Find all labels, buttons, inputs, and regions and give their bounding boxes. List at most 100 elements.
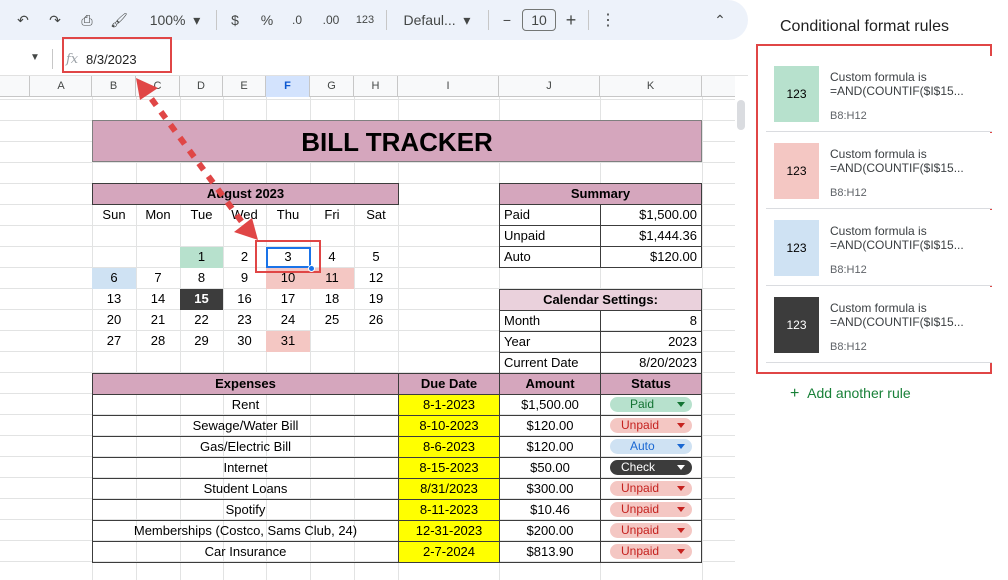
weekday-sat: Sat bbox=[366, 207, 386, 222]
status-chip[interactable]: Auto bbox=[610, 439, 692, 454]
column-header-g[interactable]: G bbox=[310, 76, 354, 97]
status-chip[interactable]: Unpaid bbox=[610, 502, 692, 517]
calendar-day[interactable]: 21 bbox=[136, 310, 180, 331]
column-header-h[interactable]: H bbox=[354, 76, 398, 97]
column-header-i[interactable]: I bbox=[398, 76, 499, 97]
plus-icon: + bbox=[790, 385, 800, 402]
undo-icon[interactable]: ↶ bbox=[10, 8, 36, 32]
font-size-increase-icon[interactable]: + bbox=[562, 8, 580, 32]
status-chip[interactable]: Paid bbox=[610, 397, 692, 412]
status-chip-label: Check bbox=[621, 460, 656, 474]
add-rule-button[interactable]: + Add another rule bbox=[790, 385, 911, 403]
calendar-day[interactable]: 6 bbox=[92, 268, 136, 289]
expense-name: Car Insurance bbox=[92, 541, 399, 563]
status-chip[interactable]: Unpaid bbox=[610, 544, 692, 559]
more-icon[interactable]: ⋮ bbox=[598, 8, 618, 32]
chevron-down-icon bbox=[677, 465, 685, 470]
column-header-j[interactable]: J bbox=[499, 76, 600, 97]
collapse-chevron-icon[interactable]: ⌃ bbox=[710, 8, 730, 32]
status-chip[interactable]: Check bbox=[610, 460, 692, 475]
paint-format-icon[interactable]: 🖌 bbox=[106, 8, 132, 32]
rule-range: B8:H12 bbox=[830, 110, 867, 122]
settings-value: 8 bbox=[600, 310, 702, 332]
settings-value: 8/20/2023 bbox=[600, 352, 702, 374]
rule-range: B8:H12 bbox=[830, 264, 867, 276]
row-header-corner[interactable] bbox=[0, 76, 30, 97]
expense-name: Memberships (Costco, Sams Club, 24) bbox=[92, 520, 399, 542]
print-icon[interactable]: ⎙ bbox=[74, 8, 100, 32]
font-size-input[interactable]: 10 bbox=[522, 9, 556, 31]
currency-button[interactable]: $ bbox=[224, 8, 246, 32]
weekday-thu: Thu bbox=[276, 207, 300, 222]
calendar-day[interactable]: 23 bbox=[223, 310, 266, 331]
calendar-day[interactable]: 7 bbox=[136, 268, 180, 289]
selected-cell[interactable] bbox=[266, 247, 311, 268]
calendar-day[interactable]: 18 bbox=[310, 289, 354, 310]
settings-label: Year bbox=[499, 331, 601, 353]
calendar-day[interactable]: 20 bbox=[92, 310, 136, 331]
chevron-down-icon bbox=[677, 402, 685, 407]
calendar-day[interactable]: 1 bbox=[180, 247, 223, 268]
calendar-day[interactable]: 5 bbox=[354, 247, 398, 268]
status-chip[interactable]: Unpaid bbox=[610, 523, 692, 538]
column-header-k[interactable]: K bbox=[600, 76, 702, 97]
rule-formula: =AND(COUNTIF($I$15... bbox=[830, 238, 964, 252]
number-format-button[interactable]: 123 bbox=[352, 8, 378, 32]
calendar-day[interactable]: 30 bbox=[223, 331, 266, 352]
summary-value: $1,444.36 bbox=[600, 225, 702, 247]
settings-label: Current Date bbox=[499, 352, 601, 374]
calendar-day[interactable]: 16 bbox=[223, 289, 266, 310]
rule-formula: =AND(COUNTIF($I$15... bbox=[830, 84, 964, 98]
namebox-dropdown-icon[interactable]: ▼ bbox=[30, 52, 40, 63]
expense-amount: $120.00 bbox=[499, 415, 601, 437]
rule-swatch: 123 bbox=[774, 143, 819, 199]
format-rule[interactable]: 123 Custom formula is =AND(COUNTIF($I$15..… bbox=[766, 287, 992, 363]
column-header-a[interactable]: A bbox=[31, 76, 92, 97]
column-header-f[interactable]: F bbox=[266, 76, 310, 97]
calendar-day[interactable]: 13 bbox=[92, 289, 136, 310]
expense-due-date: 2-7-2024 bbox=[398, 541, 500, 563]
rule-formula: =AND(COUNTIF($I$15... bbox=[830, 161, 964, 175]
calendar-day[interactable]: 29 bbox=[180, 331, 223, 352]
calendar-day[interactable]: 28 bbox=[136, 331, 180, 352]
rule-condition: Custom formula is bbox=[830, 301, 927, 315]
expense-amount: $10.46 bbox=[499, 499, 601, 521]
expense-due-date: 8-1-2023 bbox=[398, 394, 500, 416]
calendar-day[interactable]: 31 bbox=[266, 331, 310, 352]
percent-button[interactable]: % bbox=[256, 8, 278, 32]
formula-highlight-box bbox=[62, 37, 172, 73]
status-chip[interactable]: Unpaid bbox=[610, 481, 692, 496]
format-rule[interactable]: 123 Custom formula is =AND(COUNTIF($I$15..… bbox=[766, 210, 992, 286]
calendar-day[interactable]: 15 bbox=[180, 289, 223, 310]
calendar-day[interactable]: 25 bbox=[310, 310, 354, 331]
rule-condition: Custom formula is bbox=[830, 70, 927, 84]
expense-name: Spotify bbox=[92, 499, 399, 521]
calendar-day[interactable]: 8 bbox=[180, 268, 223, 289]
font-select[interactable]: Defaul... ▾ bbox=[396, 8, 478, 32]
format-rule[interactable]: 123 Custom formula is =AND(COUNTIF($I$15..… bbox=[766, 56, 992, 132]
calendar-day[interactable]: 19 bbox=[354, 289, 398, 310]
status-chip-label: Paid bbox=[630, 397, 655, 411]
font-size-decrease-icon[interactable]: − bbox=[498, 8, 516, 32]
format-rule[interactable]: 123 Custom formula is =AND(COUNTIF($I$15..… bbox=[766, 133, 992, 209]
expense-due-date: 8-15-2023 bbox=[398, 457, 500, 479]
calendar-day[interactable]: 24 bbox=[266, 310, 310, 331]
calendar-day[interactable]: 22 bbox=[180, 310, 223, 331]
fill-handle[interactable] bbox=[308, 265, 315, 272]
annotation-arrow bbox=[136, 78, 258, 240]
calendar-day[interactable]: 17 bbox=[266, 289, 310, 310]
expense-due-date: 8-6-2023 bbox=[398, 436, 500, 458]
zoom-select[interactable]: 100% ▾ bbox=[140, 8, 210, 32]
calendar-day[interactable]: 26 bbox=[354, 310, 398, 331]
calendar-day[interactable]: 14 bbox=[136, 289, 180, 310]
expenses-header: Amount bbox=[499, 373, 601, 395]
vertical-scrollbar[interactable] bbox=[737, 100, 745, 130]
calendar-day[interactable]: 12 bbox=[354, 268, 398, 289]
increase-decimal-button[interactable]: .00 bbox=[318, 8, 344, 32]
status-chip-label: Unpaid bbox=[621, 481, 660, 495]
calendar-day[interactable]: 27 bbox=[92, 331, 136, 352]
decrease-decimal-button[interactable]: .0 bbox=[286, 8, 308, 32]
redo-icon[interactable]: ↷ bbox=[42, 8, 68, 32]
status-chip[interactable]: Unpaid bbox=[610, 418, 692, 433]
expense-name: Sewage/Water Bill bbox=[92, 415, 399, 437]
